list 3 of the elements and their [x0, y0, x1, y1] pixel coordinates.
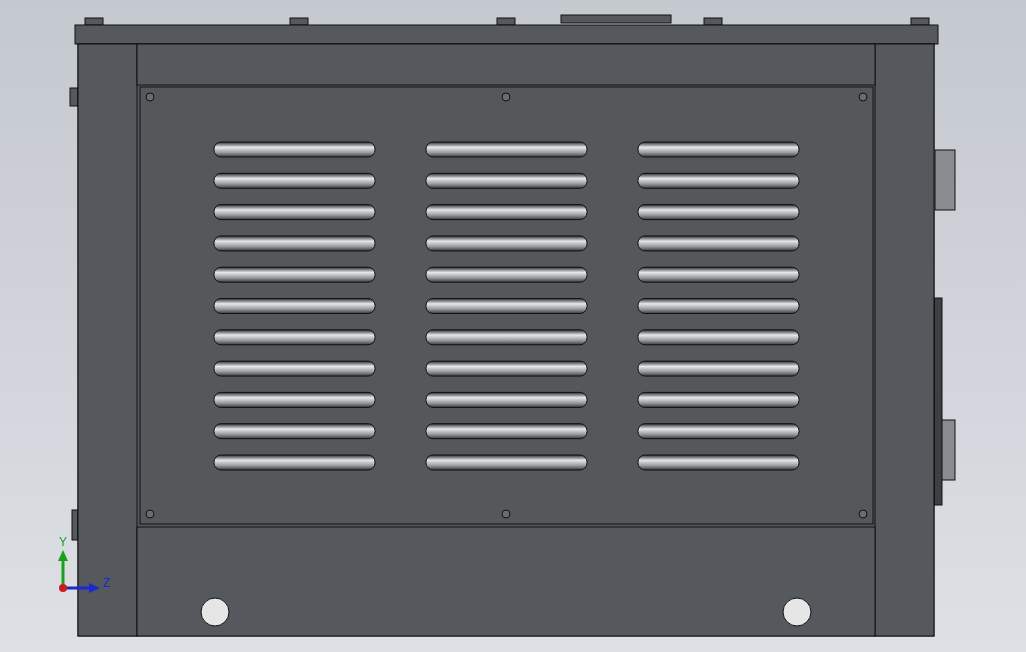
origin-icon — [59, 584, 67, 592]
axis-label: Z — [103, 576, 111, 590]
axis-label: Y — [59, 535, 67, 549]
